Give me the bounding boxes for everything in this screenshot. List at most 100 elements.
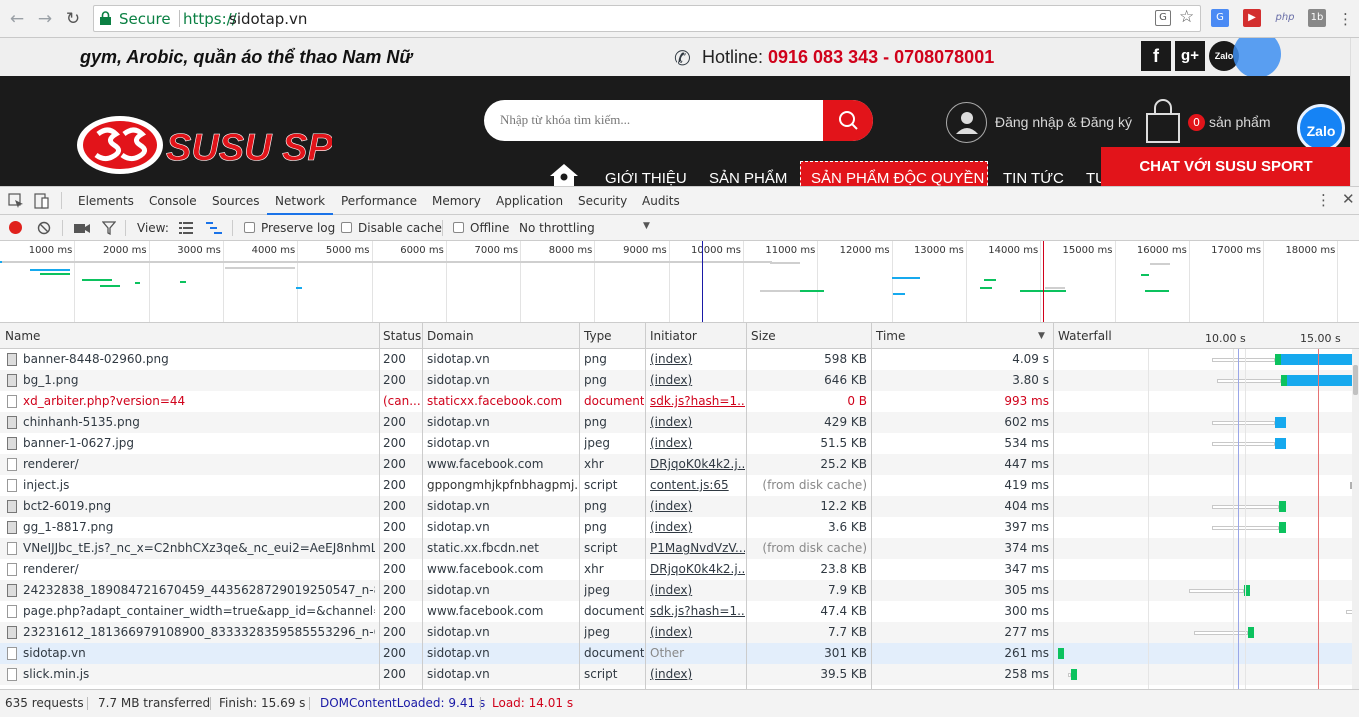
column-divider[interactable]: [871, 323, 872, 689]
table-row[interactable]: 23231612_181366979108900_833332835958555…: [0, 622, 1352, 643]
page-scrollbar[interactable]: [1350, 38, 1359, 186]
disable-cache-label[interactable]: Disable cache: [358, 221, 442, 235]
reload-icon[interactable]: ↻: [62, 8, 84, 30]
column-divider[interactable]: [645, 323, 646, 689]
menu-san-pham-doc-quyen[interactable]: SẢN PHẨM ĐỘC QUYỀN: [811, 170, 984, 186]
network-overview[interactable]: 1000 ms 2000 ms 3000 ms 4000 ms 5000 ms 6000 …: [0, 241, 1359, 323]
hotline-number[interactable]: 0916 083 343 - 0708078001: [768, 47, 994, 68]
column-divider[interactable]: [1053, 323, 1054, 689]
login-register-link[interactable]: Đăng nhập & Đăng ký: [995, 114, 1132, 130]
cell-initiator[interactable]: (index): [650, 667, 745, 681]
table-row[interactable]: renderer/200 www.facebook.com xhr DRjqoK0k4…: [0, 559, 1352, 580]
tab-performance[interactable]: Performance: [341, 194, 417, 208]
php-extension-icon[interactable]: php: [1273, 9, 1297, 27]
scrollbar-thumb[interactable]: [1353, 365, 1358, 395]
tab-audits[interactable]: Audits: [642, 194, 680, 208]
cell-initiator[interactable]: (index): [650, 436, 745, 450]
table-row[interactable]: renderer/200 www.facebook.com xhr DRjqoK0k4…: [0, 454, 1352, 475]
table-row[interactable]: page.php?adapt_container_width=true&app_…: [0, 601, 1359, 622]
disable-cache-checkbox[interactable]: [341, 222, 352, 233]
column-divider[interactable]: [422, 323, 423, 689]
chat-banner[interactable]: CHAT VỚI SUSU SPORT: [1101, 147, 1351, 186]
col-name[interactable]: Name: [5, 329, 40, 343]
translate-icon[interactable]: G: [1155, 10, 1171, 26]
slides-extension-icon[interactable]: ▶: [1243, 9, 1261, 27]
tab-memory[interactable]: Memory: [432, 194, 481, 208]
cell-initiator[interactable]: (index): [650, 625, 745, 639]
tab-application[interactable]: Application: [496, 194, 563, 208]
table-row[interactable]: 24232838_189084721670459_443562872901925…: [0, 580, 1352, 601]
col-time[interactable]: Time: [876, 329, 905, 343]
preserve-log-label[interactable]: Preserve log: [261, 221, 335, 235]
back-icon[interactable]: ←: [6, 8, 28, 30]
chevron-down-icon[interactable]: ▼: [643, 221, 650, 231]
record-icon[interactable]: [9, 221, 22, 234]
search-button[interactable]: [823, 100, 873, 141]
cell-initiator[interactable]: P1MagNvdVzV...: [650, 541, 745, 555]
col-type[interactable]: Type: [584, 329, 612, 343]
cell-initiator[interactable]: (index): [650, 583, 745, 597]
list-view-icon[interactable]: [179, 222, 193, 234]
throttling-select[interactable]: No throttling: [519, 221, 595, 235]
cart-label[interactable]: sản phẩm: [1209, 114, 1270, 130]
col-domain[interactable]: Domain: [427, 329, 474, 343]
address-bar[interactable]: Secure https:// sidotap.vn G ☆: [93, 5, 1201, 32]
table-scrollbar[interactable]: [1352, 349, 1359, 689]
offline-checkbox[interactable]: [453, 222, 464, 233]
camera-icon[interactable]: [74, 222, 90, 234]
col-waterfall[interactable]: Waterfall: [1058, 329, 1112, 343]
clear-icon[interactable]: [37, 221, 51, 235]
preserve-log-checkbox[interactable]: [244, 222, 255, 233]
cell-initiator[interactable]: DRjqoK0k4k2.j...: [650, 457, 745, 471]
facebook-icon[interactable]: f: [1141, 41, 1171, 71]
table-row[interactable]: banner-1-0627.jpg 200 sidotap.vn jpeg (index…: [0, 433, 1352, 454]
menu-gioi-thieu[interactable]: GIỚI THIỆU: [605, 170, 687, 186]
cart-icon[interactable]: [1145, 98, 1181, 144]
table-row[interactable]: inject.js 200 gppongmhjkpfnbhagpmj... scrip…: [0, 475, 1356, 496]
table-row[interactable]: banner-8448-02960.png 200 sidotap.vn png (in…: [0, 349, 1354, 370]
table-row[interactable]: sidotap.vn 200 sidotap.vn document Other 301 …: [0, 643, 1352, 664]
google-plus-icon[interactable]: g+: [1175, 41, 1205, 71]
cell-initiator[interactable]: (index): [650, 415, 745, 429]
column-divider[interactable]: [379, 323, 380, 689]
extension-1b-icon[interactable]: 1b: [1308, 9, 1326, 27]
col-status[interactable]: Status: [383, 329, 421, 343]
home-icon[interactable]: [548, 162, 580, 186]
tab-security[interactable]: Security: [578, 194, 627, 208]
bookmark-star-icon[interactable]: ☆: [1179, 7, 1194, 27]
cell-initiator[interactable]: sdk.js?hash=1...: [650, 604, 745, 618]
close-icon[interactable]: ✕: [1342, 190, 1355, 208]
device-toolbar-icon[interactable]: [34, 192, 50, 210]
table-row[interactable]: xd_arbiter.php?version=44 (can... staticxx…: [0, 391, 1352, 412]
tab-console[interactable]: Console: [149, 194, 197, 208]
table-row[interactable]: slick.min.js 200 sidotap.vn script (index) 39…: [0, 664, 1352, 685]
cell-initiator[interactable]: DRjqoK0k4k2.j...: [650, 562, 745, 576]
tab-network[interactable]: Network: [275, 194, 325, 208]
menu-san-pham[interactable]: SẢN PHẨM: [709, 170, 787, 186]
search-input[interactable]: Nhập từ khóa tìm kiếm...: [484, 100, 873, 141]
cell-initiator[interactable]: (index): [650, 352, 745, 366]
table-row[interactable]: gg_1-8817.png 200 sidotap.vn png (index) 3.6 …: [0, 517, 1352, 538]
devtools-menu-icon[interactable]: ⋮: [1316, 191, 1331, 209]
cell-initiator[interactable]: content.js:65: [650, 478, 745, 492]
cell-initiator[interactable]: (index): [650, 520, 745, 534]
table-row[interactable]: bg_1.png 200 sidotap.vn png (index) 646 KB 3.8…: [0, 370, 1354, 391]
col-size[interactable]: Size: [751, 329, 776, 343]
google-translate-extension-icon[interactable]: G: [1211, 9, 1229, 27]
offline-label[interactable]: Offline: [470, 221, 509, 235]
cell-initiator[interactable]: (index): [650, 499, 745, 513]
inspect-element-icon[interactable]: [8, 193, 24, 209]
zalo-chat-icon[interactable]: Zalo: [1297, 104, 1345, 152]
filter-icon[interactable]: [102, 221, 116, 235]
cell-initiator[interactable]: sdk.js?hash=1...: [650, 394, 745, 408]
user-icon[interactable]: [946, 102, 987, 143]
column-divider[interactable]: [579, 323, 580, 689]
tab-elements[interactable]: Elements: [78, 194, 134, 208]
col-initiator[interactable]: Initiator: [650, 329, 697, 343]
column-divider[interactable]: [746, 323, 747, 689]
table-row[interactable]: VNeIJJbc_tE.js?_nc_x=C2nbhCXz3qe&_nc_eui…: [0, 538, 1352, 559]
menu-tin-tuc[interactable]: TIN TỨC: [1003, 170, 1064, 186]
waterfall-view-icon[interactable]: [206, 222, 222, 234]
cell-initiator[interactable]: (index): [650, 373, 745, 387]
floating-button[interactable]: [1233, 38, 1281, 78]
